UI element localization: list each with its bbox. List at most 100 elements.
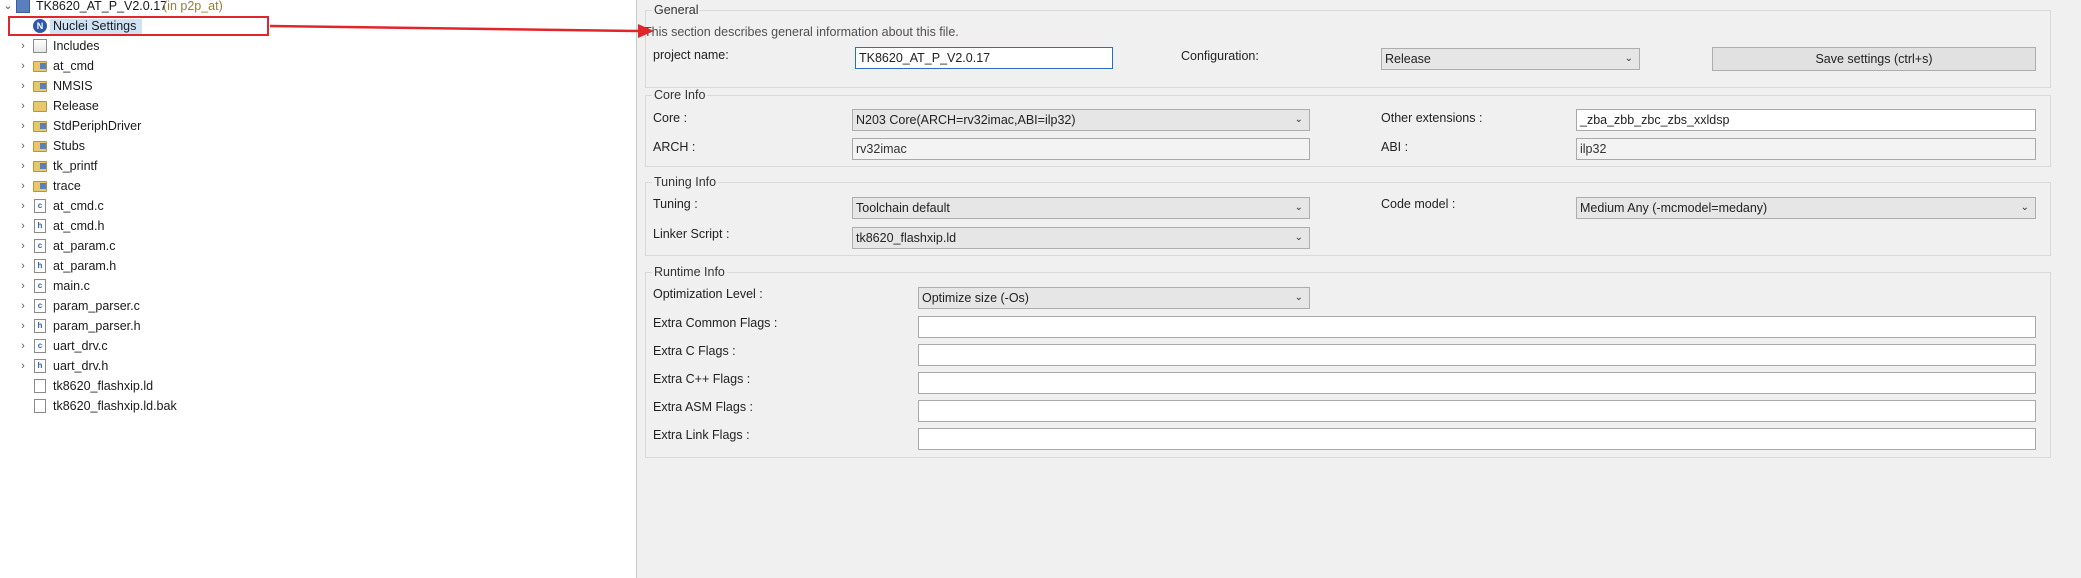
c-file-icon: c [34, 279, 46, 293]
tuning-select[interactable]: Toolchain default ⌄ [852, 197, 1310, 219]
chevron-right-icon[interactable]: › [18, 276, 28, 296]
chevron-right-icon[interactable]: › [18, 176, 28, 196]
chevron-right-icon[interactable]: › [18, 296, 28, 316]
code-model-select[interactable]: Medium Any (-mcmodel=medany) ⌄ [1576, 197, 2036, 219]
section-title: Runtime Info [652, 265, 727, 279]
chevron-down-icon: ⌄ [2020, 202, 2029, 213]
tree-item-label: param_parser.c [53, 299, 140, 313]
tree-item-label: trace [53, 179, 81, 193]
chevron-right-icon[interactable]: › [18, 316, 28, 336]
extra-asm-flags-label: Extra ASM Flags : [653, 400, 754, 414]
tuning-info-section: Tuning Info Tuning : Toolchain default ⌄… [645, 175, 2051, 256]
chevron-down-icon[interactable]: ⌄ [3, 0, 13, 16]
project-name-field[interactable]: TK8620_AT_P_V2.0.17 [855, 47, 1113, 69]
source-folder-icon [33, 181, 47, 192]
core-label: Core : [653, 111, 688, 125]
chevron-right-icon[interactable]: › [18, 96, 28, 116]
nuclei-settings-editor: General This section describes general i… [637, 0, 2081, 578]
section-title: Core Info [652, 88, 708, 102]
chevron-right-icon[interactable]: › [18, 56, 28, 76]
project-icon [16, 0, 30, 13]
other-extensions-field[interactable]: _zba_zbb_zbc_zbs_xxldsp [1576, 109, 2036, 131]
abi-field[interactable]: ilp32 [1576, 138, 2036, 160]
c-file-icon: c [34, 299, 46, 313]
extra-asm-flags-field[interactable] [918, 400, 2036, 422]
tree-item-label: tk8620_flashxip.ld [53, 379, 154, 393]
tree-item-label: NMSIS [53, 79, 93, 93]
arch-label: ARCH : [653, 140, 696, 154]
tree-item-label: main.c [53, 279, 90, 293]
source-folder-icon [33, 81, 47, 92]
section-title: Tuning Info [652, 175, 719, 189]
tree-item-label: StdPeriphDriver [53, 119, 142, 133]
save-settings-button[interactable]: Save settings (ctrl+s) [1712, 47, 2036, 71]
file-icon [34, 379, 46, 393]
tree-item-label: at_cmd.c [53, 199, 104, 213]
chevron-right-icon[interactable]: › [18, 356, 28, 376]
tree-item-label: Includes [53, 39, 100, 53]
tree-item-label: at_param.c [53, 239, 116, 253]
chevron-right-icon[interactable]: › [18, 136, 28, 156]
chevron-right-icon[interactable]: › [18, 116, 28, 136]
other-extensions-label: Other extensions : [1381, 111, 1483, 125]
configuration-select[interactable]: Release ⌄ [1381, 48, 1640, 70]
chevron-down-icon: ⌄ [1294, 232, 1303, 243]
linker-script-select[interactable]: tk8620_flashxip.ld ⌄ [852, 227, 1310, 249]
arch-field[interactable]: rv32imac [852, 138, 1310, 160]
chevron-right-icon[interactable]: › [18, 76, 28, 96]
chevron-down-icon: ⌄ [1294, 202, 1303, 213]
tree-item-label: Stubs [53, 139, 85, 153]
optimization-level-value: Optimize size (-Os) [922, 291, 1029, 305]
abi-label: ABI : [1381, 140, 1409, 154]
h-file-icon: h [34, 359, 46, 373]
chevron-right-icon[interactable]: › [18, 36, 28, 56]
folder-icon [33, 101, 47, 112]
project-label: TK8620_AT_P_V2.0.17 [36, 0, 168, 13]
extra-common-flags-field[interactable] [918, 316, 2036, 338]
tuning-label: Tuning : [653, 197, 698, 211]
runtime-info-section: Runtime Info Optimization Level : Optimi… [645, 265, 2051, 458]
chevron-right-icon[interactable]: › [18, 196, 28, 216]
extra-link-flags-label: Extra Link Flags : [653, 428, 750, 442]
tree-item-label: param_parser.h [53, 319, 141, 333]
configuration-label: Configuration: [1181, 49, 1259, 63]
source-folder-icon [33, 161, 47, 172]
core-value: N203 Core(ARCH=rv32imac,ABI=ilp32) [856, 113, 1076, 127]
chevron-down-icon: ⌄ [1624, 53, 1633, 64]
extra-c-flags-label: Extra C Flags : [653, 344, 736, 358]
chevron-right-icon[interactable]: › [18, 216, 28, 236]
tree-item-label: tk8620_flashxip.ld.bak [53, 399, 177, 413]
annotation-highlight-box [8, 16, 269, 36]
core-select[interactable]: N203 Core(ARCH=rv32imac,ABI=ilp32) ⌄ [852, 109, 1310, 131]
configuration-value: Release [1385, 52, 1431, 66]
includes-icon [33, 39, 47, 53]
chevron-right-icon[interactable]: › [18, 336, 28, 356]
tree-item-label: at_cmd.h [53, 219, 105, 233]
section-title: General [652, 3, 701, 17]
tree-item-label: Release [53, 99, 99, 113]
chevron-right-icon[interactable]: › [18, 256, 28, 276]
tree-item-label: at_cmd [53, 59, 94, 73]
tree-item-label: tk_printf [53, 159, 98, 173]
code-model-label: Code model : [1381, 197, 1456, 211]
extra-cpp-flags-label: Extra C++ Flags : [653, 372, 751, 386]
project-name-label: project name: [653, 48, 729, 62]
extra-link-flags-field[interactable] [918, 428, 2036, 450]
extra-c-flags-field[interactable] [918, 344, 2036, 366]
general-description: This section describes general informati… [644, 25, 959, 39]
project-explorer: ⌄ TK8620_AT_P_V2.0.17 (in p2p_at) N Nucl… [0, 0, 636, 578]
general-section: General This section describes general i… [644, 3, 2051, 88]
tree-item-label: uart_drv.c [53, 339, 108, 353]
chevron-right-icon[interactable]: › [18, 236, 28, 256]
c-file-icon: c [34, 339, 46, 353]
extra-cpp-flags-field[interactable] [918, 372, 2036, 394]
extra-common-flags-label: Extra Common Flags : [653, 316, 778, 330]
chevron-right-icon[interactable]: › [18, 156, 28, 176]
c-file-icon: c [34, 239, 46, 253]
optimization-level-select[interactable]: Optimize size (-Os) ⌄ [918, 287, 1310, 309]
chevron-down-icon: ⌄ [1294, 114, 1303, 125]
h-file-icon: h [34, 259, 46, 273]
c-file-icon: c [34, 199, 46, 213]
source-folder-icon [33, 61, 47, 72]
h-file-icon: h [34, 319, 46, 333]
